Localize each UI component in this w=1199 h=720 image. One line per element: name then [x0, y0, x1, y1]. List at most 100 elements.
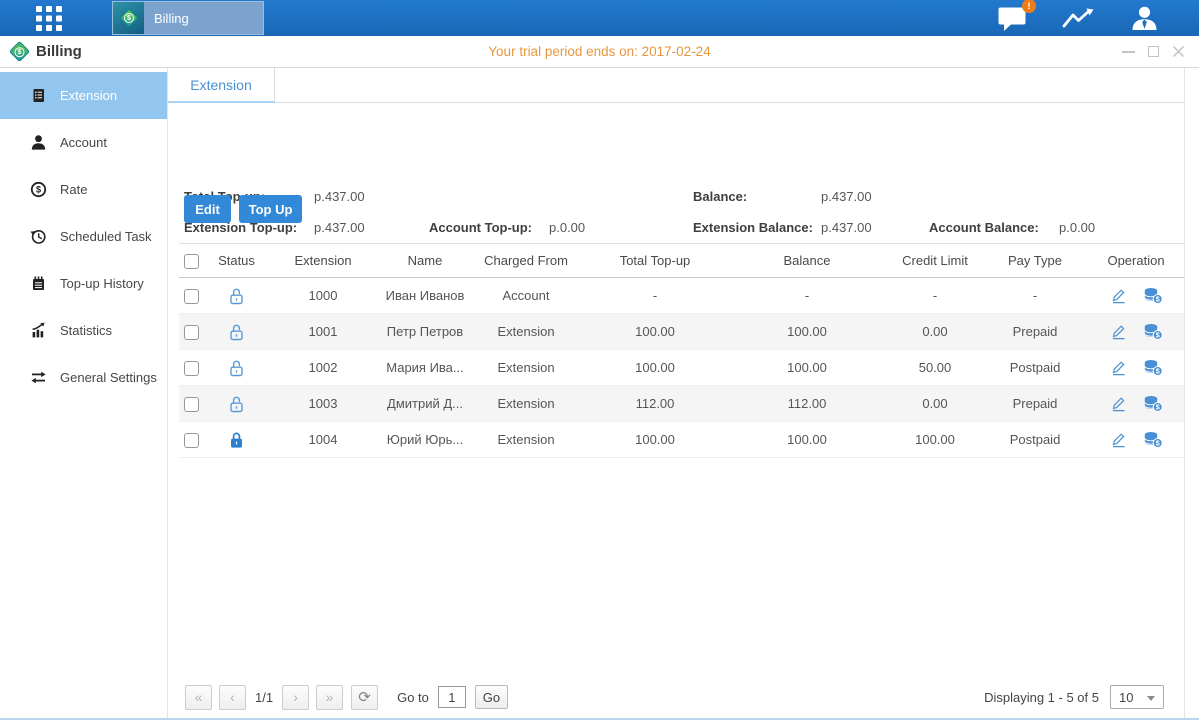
topup-button[interactable]: Top Up [239, 195, 302, 223]
table-row[interactable]: 1002Мария Ива...Extension100.00100.0050.… [179, 350, 1184, 386]
edit-row-icon [1110, 395, 1127, 412]
header-total-topup: Total Top-up [584, 244, 726, 278]
row-checkbox[interactable] [184, 433, 199, 448]
extension-balance-value: p.437.00 [821, 220, 872, 235]
cell-balance: - [726, 278, 888, 314]
topup-row-icon: $ [1143, 287, 1163, 304]
first-page-button[interactable]: « [185, 685, 212, 710]
sidebar-item-rate[interactable]: $ Rate [0, 166, 167, 213]
topup-row-icon: $ [1143, 323, 1163, 340]
history-clock-icon [29, 228, 47, 245]
refresh-button[interactable]: ⟳ [351, 685, 378, 710]
cell-extension: 1004 [264, 422, 382, 458]
topup-row-button[interactable]: $ [1143, 359, 1163, 376]
cell-name: Юрий Юрь... [382, 422, 468, 458]
topup-row-icon: $ [1143, 431, 1163, 448]
edit-row-icon [1110, 359, 1127, 376]
row-checkbox[interactable] [184, 361, 199, 376]
header-extension: Extension [264, 244, 382, 278]
edit-row-icon [1110, 323, 1127, 340]
next-page-button[interactable]: › [282, 685, 309, 710]
cell-credit-limit: - [888, 278, 982, 314]
page-size-value: 10 [1119, 690, 1133, 705]
edit-row-button[interactable] [1110, 287, 1127, 304]
app-launcher-button[interactable] [36, 6, 62, 34]
cell-balance: 100.00 [726, 422, 888, 458]
row-checkbox[interactable] [184, 289, 199, 304]
sidebar: Extension Account $ Rate [0, 68, 168, 718]
sidebar-item-account[interactable]: Account [0, 119, 167, 166]
select-all-checkbox[interactable] [184, 254, 199, 269]
cell-pay-type: Prepaid [982, 314, 1088, 350]
cell-charged-from: Account [468, 278, 584, 314]
balance-value: p.437.00 [821, 189, 872, 204]
cell-name: Петр Петров [382, 314, 468, 350]
row-checkbox[interactable] [184, 397, 199, 412]
sidebar-item-topup-history[interactable]: Top-up History [0, 260, 167, 307]
topup-row-button[interactable]: $ [1143, 395, 1163, 412]
svg-text:$: $ [35, 185, 40, 195]
cell-pay-type: Prepaid [982, 386, 1088, 422]
sidebar-item-scheduled-task[interactable]: Scheduled Task [0, 213, 167, 260]
pagination-bar: « ‹ 1/1 › » ⟳ Go to Go Displaying 1 - 5 … [185, 684, 1164, 710]
header-credit-limit: Credit Limit [888, 244, 982, 278]
close-button[interactable] [1172, 45, 1185, 58]
app-grid-icon [36, 6, 62, 31]
close-icon [1172, 45, 1185, 58]
taskbar-tab-billing[interactable]: Billing [112, 1, 264, 35]
cell-total-topup: - [584, 278, 726, 314]
table-row[interactable]: 1004Юрий Юрь...Extension100.00100.00100.… [179, 422, 1184, 458]
page-size-select[interactable]: 10 [1110, 685, 1164, 709]
ledger-icon [29, 87, 47, 104]
window-titlebar: Billing Your trial period ends on: 2017-… [0, 36, 1199, 68]
topup-row-button[interactable]: $ [1143, 287, 1163, 304]
content-area: Extension Total Top-up: p.437.00 Balance… [168, 68, 1185, 718]
edit-row-button[interactable] [1110, 395, 1127, 412]
edit-row-button[interactable] [1110, 359, 1127, 376]
notifications-button[interactable]: ! [997, 5, 1028, 32]
maximize-button[interactable] [1148, 46, 1159, 57]
account-balance-label: Account Balance: [929, 220, 1039, 235]
topup-row-button[interactable]: $ [1143, 431, 1163, 448]
window-title: Billing [36, 43, 82, 60]
row-checkbox[interactable] [184, 325, 199, 340]
cell-extension: 1002 [264, 350, 382, 386]
cell-pay-type: Postpaid [982, 350, 1088, 386]
sidebar-item-statistics[interactable]: Statistics [0, 307, 167, 354]
account-balance-value: p.0.00 [1059, 220, 1095, 235]
edit-row-button[interactable] [1110, 431, 1127, 448]
table-row[interactable]: 1003Дмитрий Д...Extension112.00112.000.0… [179, 386, 1184, 422]
edit-row-button[interactable] [1110, 323, 1127, 340]
unlock-icon [228, 287, 245, 305]
monitor-button[interactable] [1061, 6, 1097, 31]
cell-total-topup: 100.00 [584, 350, 726, 386]
status-icon-cell [209, 278, 264, 314]
prev-page-button[interactable]: ‹ [219, 685, 246, 710]
cell-name: Дмитрий Д... [382, 386, 468, 422]
header-status: Status [209, 244, 264, 278]
status-icon-cell [209, 350, 264, 386]
last-page-button[interactable]: » [316, 685, 343, 710]
unlock-icon [228, 323, 245, 341]
taskbar-tab-label: Billing [154, 11, 189, 26]
cell-pay-type: Postpaid [982, 422, 1088, 458]
account-button[interactable] [1130, 4, 1159, 32]
cell-total-topup: 112.00 [584, 386, 726, 422]
sidebar-item-extension[interactable]: Extension [0, 72, 167, 119]
cell-extension: 1001 [264, 314, 382, 350]
table-row[interactable]: 1000Иван ИвановAccount----$ [179, 278, 1184, 314]
unlock-icon [228, 395, 245, 413]
sidebar-item-general-settings[interactable]: General Settings [0, 354, 167, 401]
tab-extension[interactable]: Extension [168, 68, 275, 103]
edit-button[interactable]: Edit [184, 195, 231, 223]
table-row[interactable]: 1001Петр ПетровExtension100.00100.000.00… [179, 314, 1184, 350]
goto-page-input[interactable] [438, 686, 466, 708]
cell-extension: 1003 [264, 386, 382, 422]
extension-topup-value: p.437.00 [314, 220, 365, 235]
topup-row-button[interactable]: $ [1143, 323, 1163, 340]
header-operation: Operation [1088, 244, 1184, 278]
minimize-button[interactable] [1122, 51, 1135, 53]
go-button[interactable]: Go [475, 685, 508, 709]
unlock-icon [228, 359, 245, 377]
billing-diamond-dollar-icon [119, 8, 139, 28]
